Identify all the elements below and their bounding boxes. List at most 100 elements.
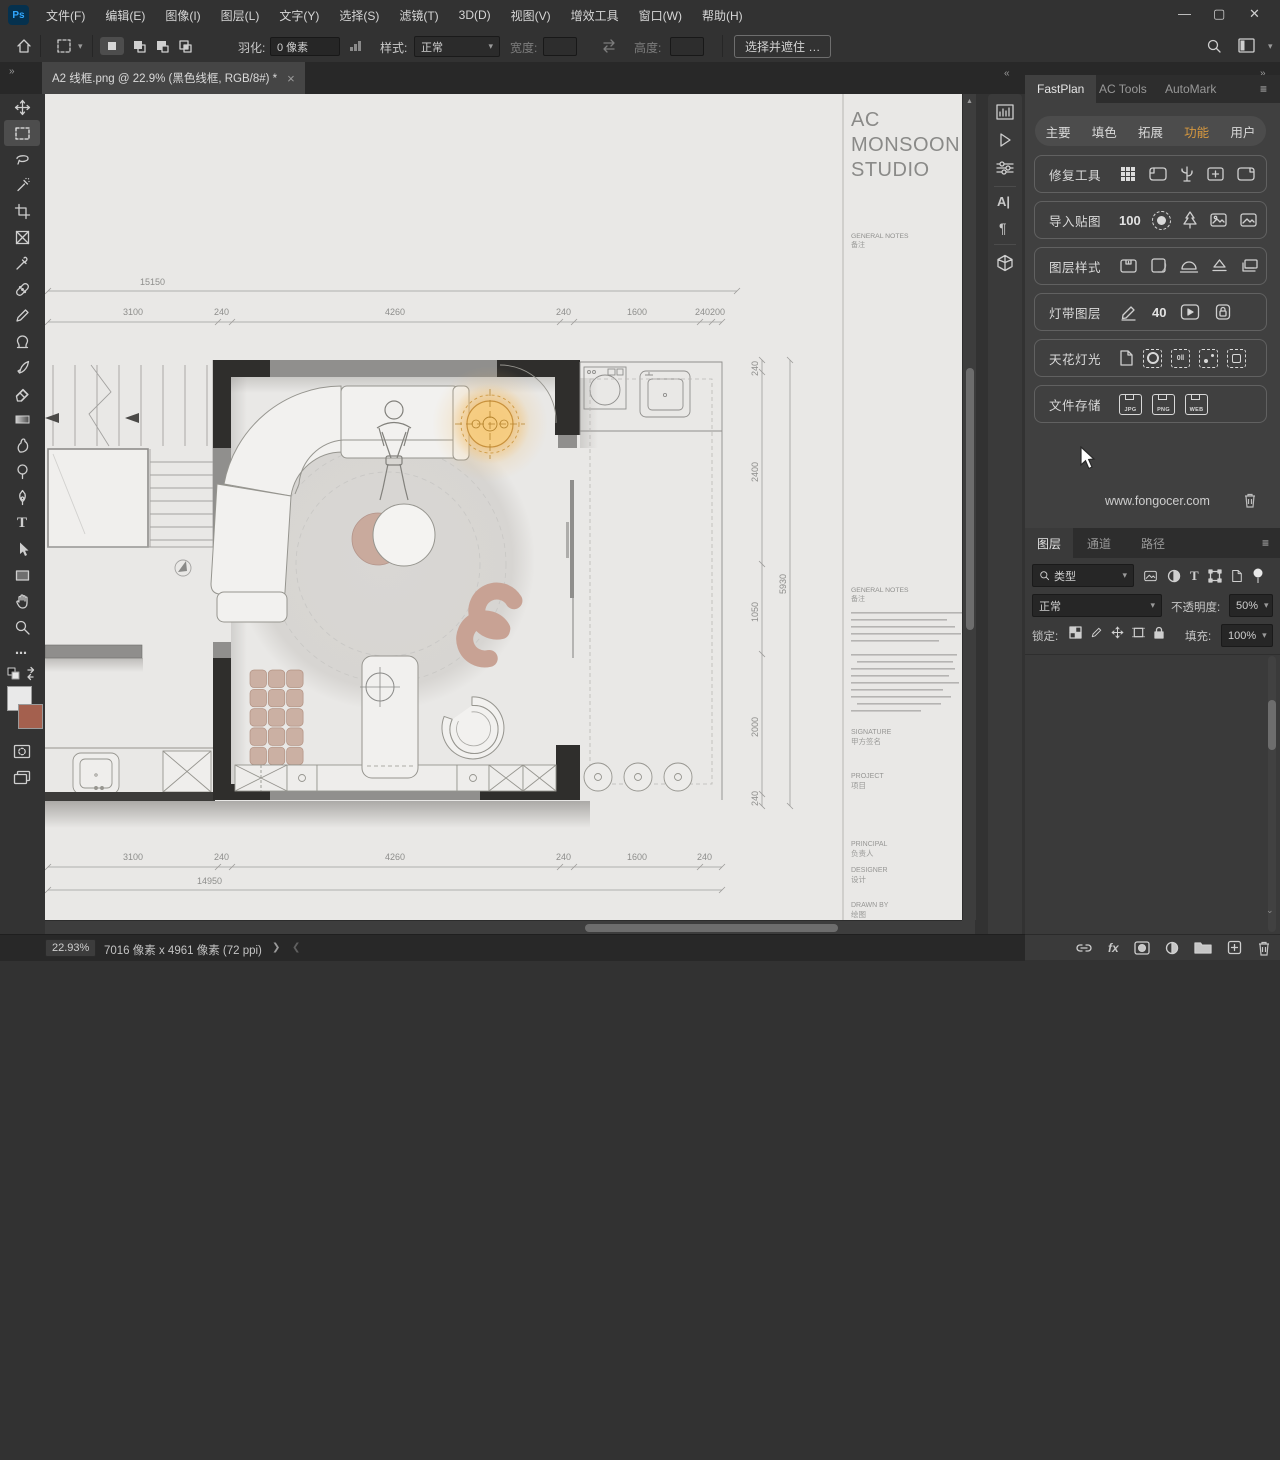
- menu-select[interactable]: 选择(S): [329, 0, 389, 30]
- delete-layer-icon[interactable]: [1257, 940, 1271, 956]
- tab-paths[interactable]: 路径: [1129, 528, 1177, 558]
- image-import-alt-icon[interactable]: [1239, 211, 1258, 229]
- smudge-tool[interactable]: [4, 432, 40, 458]
- healing-brush-tool[interactable]: [4, 276, 40, 302]
- panel-menu-icon[interactable]: ≡: [1262, 536, 1269, 550]
- tab-layers[interactable]: 图层: [1025, 528, 1073, 558]
- clone-stamp-tool[interactable]: [4, 328, 40, 354]
- document-tab[interactable]: A2 线框.png @ 22.9% (黑色线框, RGB/8#) * ×: [42, 62, 305, 94]
- adjustment-layer-icon[interactable]: [1165, 941, 1179, 955]
- horizontal-scrollbar[interactable]: [45, 920, 962, 935]
- zoom-tool[interactable]: [4, 614, 40, 640]
- lock-icon[interactable]: [1214, 303, 1232, 321]
- add-mask-icon[interactable]: [1134, 941, 1150, 955]
- menu-edit[interactable]: 编辑(E): [95, 0, 155, 30]
- tab-close-icon[interactable]: ×: [287, 71, 295, 86]
- grid-repair-icon[interactable]: [1119, 165, 1137, 183]
- menu-filter[interactable]: 滤镜(T): [389, 0, 448, 30]
- style-square-icon[interactable]: [1149, 257, 1168, 275]
- status-chevron-icon[interactable]: ❯: [272, 942, 280, 953]
- spot-light-icon[interactable]: [1143, 349, 1162, 368]
- blend-mode-select[interactable]: 正常▾: [1032, 594, 1162, 617]
- tab-fastplan[interactable]: FastPlan: [1025, 75, 1096, 103]
- selection-mode-subtract[interactable]: [155, 39, 170, 54]
- height-input[interactable]: [670, 37, 704, 56]
- dome-light-icon[interactable]: [1179, 257, 1199, 275]
- linear-light-icon[interactable]: 0‖: [1171, 349, 1190, 368]
- frame-tool[interactable]: [4, 224, 40, 250]
- save-jpg-icon[interactable]: JPG: [1119, 394, 1142, 415]
- horizontal-scroll-thumb[interactable]: [585, 924, 838, 932]
- pill-user[interactable]: 用户: [1224, 122, 1261, 141]
- tab-automark[interactable]: AutoMark: [1153, 75, 1228, 103]
- selection-mode-intersect[interactable]: [178, 39, 193, 54]
- window-close-button[interactable]: ✕: [1249, 6, 1260, 22]
- area-light-icon[interactable]: [1227, 349, 1246, 368]
- new-group-icon[interactable]: [1194, 941, 1212, 954]
- paragraph-panel-icon[interactable]: ¶: [999, 220, 1007, 236]
- layer-filter-select[interactable]: 类型 ▾: [1032, 564, 1134, 587]
- fastplan-website[interactable]: www.fongocer.com: [1105, 494, 1210, 508]
- workspace-icon[interactable]: [1238, 38, 1255, 53]
- vertical-scrollbar[interactable]: ▲: [962, 94, 976, 920]
- filter-pixel-layers-icon[interactable]: [1143, 569, 1158, 583]
- screen-mode-button[interactable]: [4, 764, 40, 790]
- adjustments-panel-icon[interactable]: [996, 160, 1014, 176]
- selection-mode-new[interactable]: [100, 37, 124, 55]
- 3d-panel-icon[interactable]: [996, 254, 1014, 272]
- swap-dimensions-icon[interactable]: [600, 38, 618, 54]
- window-maximize-button[interactable]: ▢: [1213, 6, 1225, 22]
- select-and-mask-button[interactable]: 选择并遮住 …: [734, 35, 831, 58]
- eyedropper-tool[interactable]: [4, 250, 40, 276]
- tree-icon[interactable]: [1182, 211, 1198, 229]
- dock-collapse-chevrons[interactable]: «: [1004, 68, 1010, 79]
- pencil-tool[interactable]: [4, 302, 40, 328]
- pill-extend[interactable]: 拓展: [1132, 122, 1169, 141]
- eject-style-icon[interactable]: [1210, 257, 1229, 275]
- link-layers-icon[interactable]: [1075, 942, 1093, 954]
- history-brush-tool[interactable]: [4, 354, 40, 380]
- crop-tool[interactable]: [4, 198, 40, 224]
- pen-tool[interactable]: [4, 484, 40, 510]
- eraser-tool[interactable]: [4, 380, 40, 406]
- character-panel-icon[interactable]: A|: [997, 194, 1010, 209]
- opacity-value[interactable]: 50%▾: [1229, 594, 1273, 617]
- more-tools-ellipsis[interactable]: ⋯: [4, 640, 40, 666]
- menu-plugins[interactable]: 增效工具: [561, 0, 629, 30]
- rectangle-shape-tool[interactable]: [4, 562, 40, 588]
- quick-mask-button[interactable]: [4, 738, 40, 764]
- feather-input[interactable]: 0 像素: [270, 37, 340, 56]
- pill-function[interactable]: 功能: [1178, 122, 1215, 141]
- pill-fill[interactable]: 填色: [1086, 122, 1123, 141]
- width-input[interactable]: [543, 37, 577, 56]
- style-select[interactable]: 正常▾: [414, 36, 500, 57]
- multi-spot-icon[interactable]: [1199, 349, 1218, 368]
- menu-view[interactable]: 视图(V): [501, 0, 561, 30]
- layer-style-fx-icon[interactable]: fx: [1108, 941, 1119, 955]
- style-box-icon[interactable]: [1119, 257, 1138, 275]
- lock-transparency-icon[interactable]: [1069, 626, 1082, 639]
- trash-icon[interactable]: [1243, 492, 1257, 508]
- quick-selection-tool[interactable]: [4, 172, 40, 198]
- import-size-value[interactable]: 100: [1119, 213, 1141, 228]
- light-strip-value[interactable]: 40: [1152, 305, 1166, 320]
- lock-position-icon[interactable]: [1111, 626, 1124, 639]
- layer-stack-icon[interactable]: [1240, 257, 1260, 275]
- menu-help[interactable]: 帮助(H): [692, 0, 753, 30]
- type-tool[interactable]: T: [4, 510, 40, 536]
- move-tool[interactable]: [4, 94, 40, 120]
- lock-pixels-icon[interactable]: [1090, 626, 1103, 639]
- window-minimize-button[interactable]: —: [1178, 6, 1191, 21]
- menu-3d[interactable]: 3D(D): [449, 0, 501, 30]
- home-icon[interactable]: [16, 38, 32, 54]
- actions-panel-icon[interactable]: [998, 132, 1012, 148]
- dodge-tool[interactable]: [4, 458, 40, 484]
- menu-window[interactable]: 窗口(W): [629, 0, 692, 30]
- gradient-tool[interactable]: [4, 406, 40, 432]
- pencil-edit-icon[interactable]: [1119, 303, 1138, 321]
- path-selection-tool[interactable]: [4, 536, 40, 562]
- filter-adjustment-icon[interactable]: [1167, 569, 1181, 583]
- filter-smart-object-icon[interactable]: [1231, 569, 1243, 583]
- lock-artboard-icon[interactable]: [1132, 626, 1145, 639]
- filter-type-icon[interactable]: T: [1190, 568, 1199, 584]
